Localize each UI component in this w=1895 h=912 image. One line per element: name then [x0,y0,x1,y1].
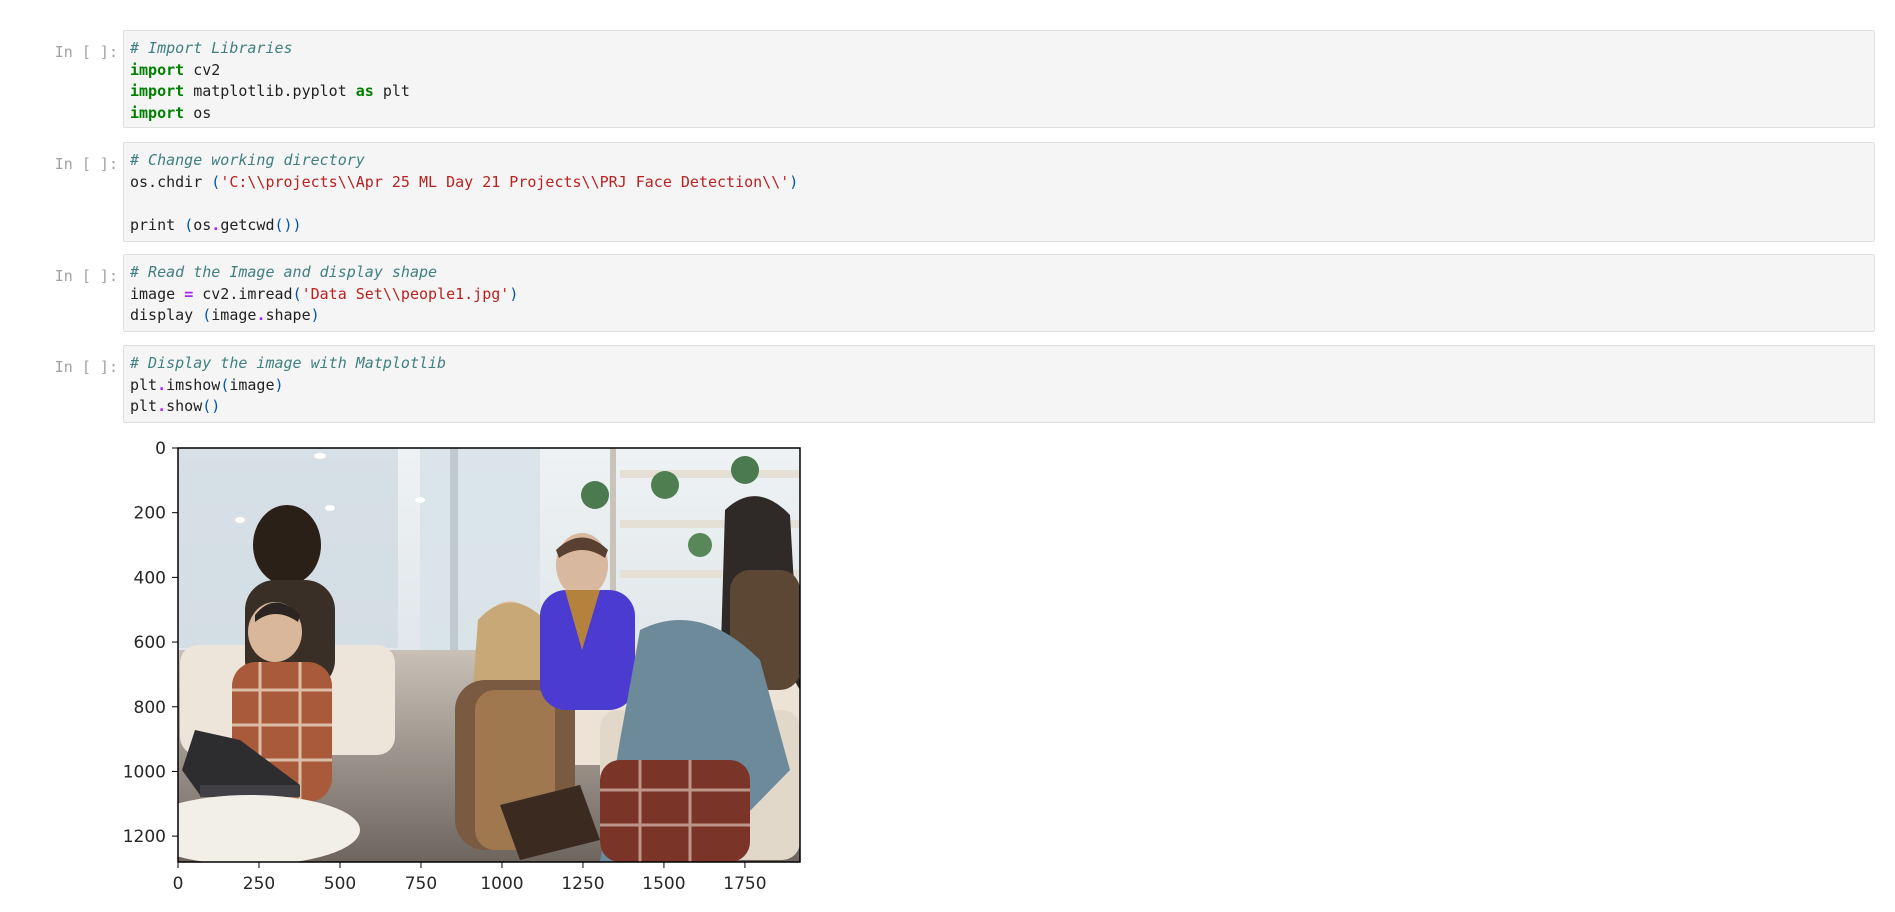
code-token: # Change working directory [130,151,365,169]
x-tick-label: 750 [405,874,437,894]
code-token: show [166,397,203,415]
code-token: cv2.imread [193,284,293,303]
code-token: print [130,215,185,234]
photo-people-meeting [178,448,800,862]
code-line: # Change working directory [130,150,1868,172]
code-token: ( [184,215,194,234]
x-tick-label: 1500 [642,874,685,894]
code-line: # Display the image with Matplotlib [130,353,1868,375]
code-token: . [211,215,221,234]
x-tick-label: 1250 [561,874,604,894]
code-token: import [130,103,185,122]
code-line: plt.imshow(image) [130,375,1868,397]
code-token: os [184,103,212,122]
code-token: as [355,82,374,100]
y-tick-label: 400 [134,568,166,588]
code-input-area[interactable]: # Import Libraries import cv2 import matpl… [123,30,1875,128]
y-tick-label: 800 [134,698,166,718]
output-plot: 0 200 400 600 800 1000 1200 0 250 500 750 1000 1250… [0,439,900,908]
code-token: . [157,375,167,394]
code-token: os [193,215,212,234]
code-token: ) [509,284,519,303]
code-token: image [130,284,185,303]
x-tick-label: 1000 [480,874,523,894]
code-token: display [130,306,203,324]
code-token: () [202,397,221,415]
code-token: cv2 [184,60,221,79]
y-tick-label: 200 [134,504,166,524]
code-token: 'C:\\projects\\Apr 25 ML Day 21 Projects… [220,172,790,191]
code-token: ) [789,172,799,191]
code-token: = [184,284,194,303]
code-line: # Read the Image and display shape [130,262,1868,284]
code-line: import os [130,103,1868,125]
x-tick-label: 250 [243,874,275,894]
code-line: # Import Libraries [130,38,1868,60]
x-tick-label: 1750 [723,874,766,894]
x-tick-label: 500 [324,874,356,894]
code-token: # Import Libraries [130,39,293,57]
y-axis: 0 200 400 600 800 1000 1200 [123,439,178,847]
code-token: ()) [274,215,302,234]
y-tick-label: 1000 [123,762,166,782]
code-token: plt [130,375,158,394]
code-cell[interactable]: In [ ]: # Display the image with Matplotl… [0,345,1895,423]
imshow-figure: 0 200 400 600 800 1000 1200 0 250 500 750 1000 1250… [123,439,801,894]
code-token: ( [292,284,302,303]
code-line: import matplotlib.pyplot as plt [130,81,1868,103]
code-cell[interactable]: In [ ]: # Read the Image and display shap… [0,254,1895,332]
code-token: shape [265,306,311,324]
y-tick-label: 0 [155,440,166,459]
code-token: ( [202,306,212,324]
code-token: ) [310,306,320,324]
code-token: . [157,397,167,415]
code-token: import [130,82,185,100]
code-token: plt [130,397,158,415]
code-token: plt [373,82,410,100]
cell-prompt: In [ ]: [54,155,118,173]
code-token: # Read the Image and display shape [130,263,438,281]
code-token: matplotlib.pyplot [184,82,356,100]
code-input-area[interactable]: # Change working directory os.chdir ('C:\… [123,142,1875,242]
code-line: display (image.shape) [130,305,1868,327]
y-tick-label: 1200 [123,827,166,847]
cell-prompt: In [ ]: [54,358,118,376]
code-line: os.chdir ('C:\\projects\\Apr 25 ML Day 2… [130,172,1868,194]
code-line: print (os.getcwd()) [130,215,1868,237]
code-line: plt.show() [130,396,1868,418]
code-token: image [229,375,275,394]
code-cell[interactable]: In [ ]: # Change working directory os.chdi… [0,142,1895,242]
code-token: # Display the image with Matplotlib [130,354,447,372]
code-line: image = cv2.imread('Data Set\\people1.jp… [130,284,1868,306]
code-input-area[interactable]: # Read the Image and display shape image … [123,254,1875,332]
code-token: ( [220,375,230,394]
code-input-area[interactable]: # Display the image with Matplotlib plt.i… [123,345,1875,423]
x-axis: 0 250 500 750 1000 1250 1500 1750 [173,862,767,894]
y-tick-label: 600 [134,633,166,653]
code-token: 'Data Set\\people1.jpg' [301,284,510,303]
code-token: ) [274,375,284,394]
code-token: getcwd [220,215,275,234]
code-token: import [130,60,185,79]
code-token: os.chdir [130,172,212,191]
code-token: ( [211,172,221,191]
cell-prompt: In [ ]: [54,43,118,61]
code-line: import cv2 [130,60,1868,82]
code-cell[interactable]: In [ ]: # Import Libraries import cv2 impor… [0,30,1895,128]
cell-prompt: In [ ]: [54,267,118,285]
x-tick-label: 0 [173,874,184,894]
code-token: imshow [166,375,221,394]
code-token: image [211,306,257,324]
